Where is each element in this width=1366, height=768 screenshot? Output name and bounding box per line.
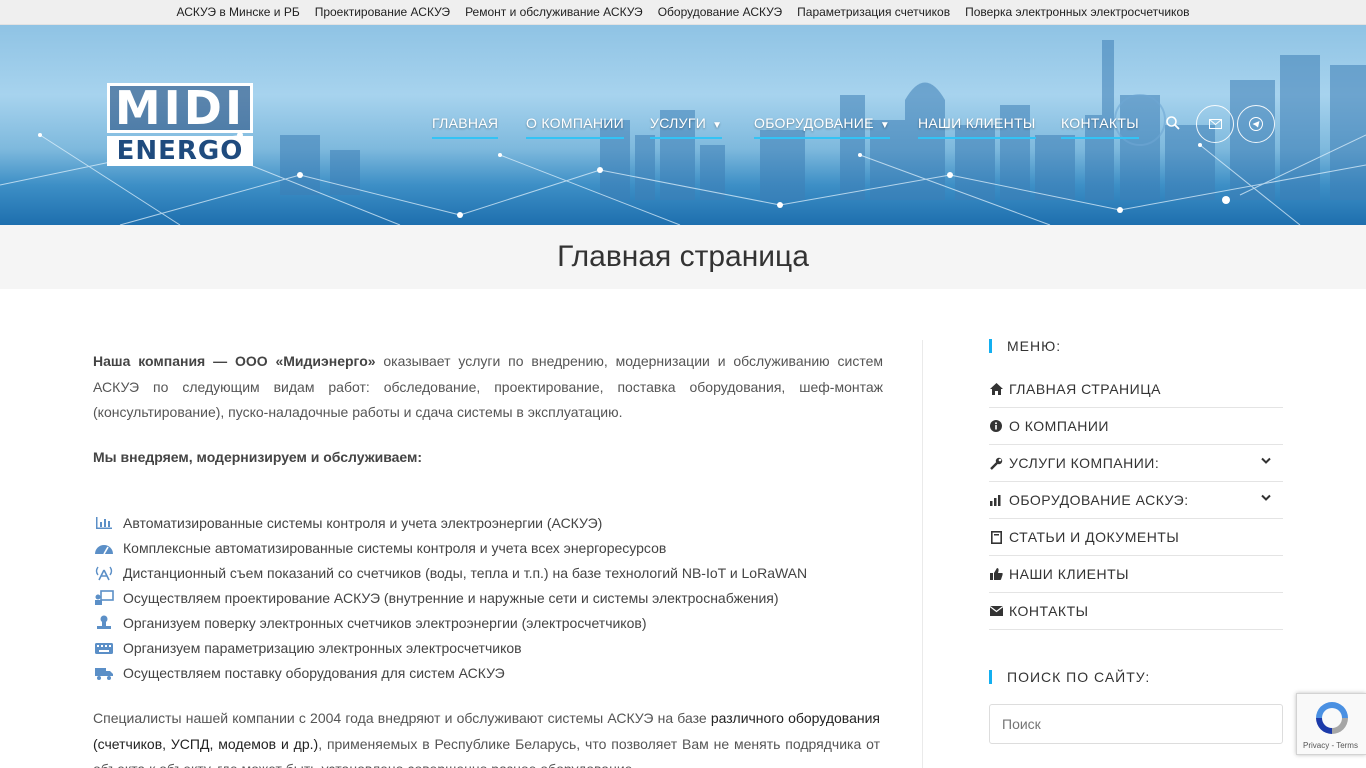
site-header: MIDI ENERGO ГЛАВНАЯ О КОМПАНИИ УСЛУГИ ▼ О… xyxy=(0,25,1366,225)
services-subheading: Мы внедряем, модернизируем и обслуживаем… xyxy=(93,448,423,465)
specialists-paragraph: Специалисты нашей компании с 2004 года в… xyxy=(93,710,880,768)
service-text: Автоматизированные системы контроля и уч… xyxy=(123,514,603,531)
book-icon xyxy=(989,530,1003,544)
gauge-icon xyxy=(93,539,115,557)
envelope-icon xyxy=(989,604,1003,618)
home-icon xyxy=(989,382,1003,396)
nav-underline xyxy=(918,137,1036,139)
mail-icon[interactable] xyxy=(1196,105,1234,143)
sidebar-item-equipment[interactable]: ОБОРУДОВАНИЕ АСКУЭ: xyxy=(989,482,1283,519)
toplink-verification[interactable]: Поверка электронных электросчетчиков xyxy=(965,5,1189,19)
nav-clients-label: НАШИ КЛИЕНТЫ xyxy=(918,115,1036,131)
sidebar-item-articles[interactable]: СТАТЬИ И ДОКУМЕНТЫ xyxy=(989,519,1283,556)
nav-underline xyxy=(1061,137,1139,139)
sidebar-item-services[interactable]: УСЛУГИ КОМПАНИИ: xyxy=(989,445,1283,482)
chevron-down-icon[interactable] xyxy=(1261,457,1271,465)
sidebar-menu: ГЛАВНАЯ СТРАНИЦА О КОМПАНИИ УСЛУГИ КОМПА… xyxy=(989,371,1283,630)
service-text: Дистанционный съем показаний со счетчико… xyxy=(123,564,808,581)
intro-paragraph: Наша компания — ООО «Мидиэнерго» оказыва… xyxy=(93,349,883,426)
service-text: Комплексные автоматизированные системы к… xyxy=(123,539,667,556)
list-item: Осуществляем поставку оборудования для с… xyxy=(93,660,883,685)
service-text: Осуществляем поставку оборудования для с… xyxy=(123,664,505,681)
telegram-icon[interactable] xyxy=(1237,105,1275,143)
page-title: Главная страница xyxy=(557,240,809,273)
sidebar-item-label: СТАТЬИ И ДОКУМЕНТЫ xyxy=(1009,529,1180,545)
toplink-equipment[interactable]: Оборудование АСКУЭ xyxy=(658,5,782,19)
sidebar-item-label: ОБОРУДОВАНИЕ АСКУЭ: xyxy=(1009,492,1189,508)
antenna-icon xyxy=(93,564,115,582)
toplink-design[interactable]: Проектирование АСКУЭ xyxy=(315,5,450,19)
truck-icon xyxy=(93,664,115,682)
company-name: Наша компания — ООО «Мидиэнерго» xyxy=(93,353,376,369)
chevron-down-icon: ▼ xyxy=(712,120,723,131)
nav-services-label: УСЛУГИ xyxy=(650,115,707,131)
list-item: Организуем параметризацию электронных эл… xyxy=(93,635,883,660)
logo-energo-text: ENERGO xyxy=(107,136,253,166)
service-text: Организуем поверку электронных счетчиков… xyxy=(123,614,647,631)
sidebar-item-label: УСЛУГИ КОМПАНИИ: xyxy=(1009,455,1160,471)
keyboard-icon xyxy=(93,639,115,657)
sidebar-item-home[interactable]: ГЛАВНАЯ СТРАНИЦА xyxy=(989,371,1283,408)
sidebar-item-about[interactable]: О КОМПАНИИ xyxy=(989,408,1283,445)
top-links-bar: АСКУЭ в Минске и РБ Проектирование АСКУЭ… xyxy=(0,0,1366,25)
stamp-icon xyxy=(93,614,115,632)
page-title-band: Главная страница xyxy=(0,225,1366,289)
recaptcha-links[interactable]: Privacy - Terms xyxy=(1303,741,1358,750)
main-content: Наша компания — ООО «Мидиэнерго» оказыва… xyxy=(93,340,883,470)
list-item: Комплексные автоматизированные системы к… xyxy=(93,535,883,560)
nav-services[interactable]: УСЛУГИ ▼ xyxy=(650,115,723,139)
sidebar-item-label: ГЛАВНАЯ СТРАНИЦА xyxy=(1009,381,1161,397)
nav-clients[interactable]: НАШИ КЛИЕНТЫ xyxy=(918,115,1036,139)
nav-contacts-label: КОНТАКТЫ xyxy=(1061,115,1139,131)
wrench-icon xyxy=(989,456,1003,470)
recaptcha-badge[interactable]: Privacy - Terms xyxy=(1296,693,1366,755)
nav-home-label: ГЛАВНАЯ xyxy=(432,115,499,131)
nav-underline xyxy=(526,137,624,139)
nav-equipment[interactable]: ОБОРУДОВАНИЕ ▼ xyxy=(754,115,891,139)
info-icon xyxy=(989,419,1003,433)
chevron-down-icon: ▼ xyxy=(879,120,891,131)
nav-about-label: О КОМПАНИИ xyxy=(526,115,624,131)
recaptcha-icon xyxy=(1316,702,1348,734)
sidebar-item-label: О КОМПАНИИ xyxy=(1009,418,1109,434)
toplink-parametrization[interactable]: Параметризация счетчиков xyxy=(797,5,950,19)
toplink-repair[interactable]: Ремонт и обслуживание АСКУЭ xyxy=(465,5,643,19)
search-icon[interactable] xyxy=(1165,115,1181,131)
bar-chart-icon xyxy=(989,493,1003,507)
site-search-input[interactable] xyxy=(989,704,1283,744)
nav-equipment-label: ОБОРУДОВАНИЕ xyxy=(754,115,874,131)
sidebar-menu-heading: МЕНЮ: xyxy=(989,339,1061,353)
service-text: Осуществляем проектирование АСКУЭ (внутр… xyxy=(123,589,779,606)
service-text: Организуем параметризацию электронных эл… xyxy=(123,639,522,656)
services-list: Автоматизированные системы контроля и уч… xyxy=(93,510,883,685)
thumbs-up-icon xyxy=(989,567,1003,581)
sidebar-item-label: КОНТАКТЫ xyxy=(1009,603,1089,619)
toplink-askue-minsk[interactable]: АСКУЭ в Минске и РБ xyxy=(177,5,300,19)
sidebar-search-heading: ПОИСК ПО САЙТУ: xyxy=(989,670,1150,684)
nav-underline xyxy=(650,137,723,139)
content-divider xyxy=(922,340,923,768)
sidebar-item-contacts[interactable]: КОНТАКТЫ xyxy=(989,593,1283,630)
logo-midi-text: MIDI xyxy=(107,83,253,133)
nav-about[interactable]: О КОМПАНИИ xyxy=(526,115,624,139)
sidebar-item-clients[interactable]: НАШИ КЛИЕНТЫ xyxy=(989,556,1283,593)
list-item: Дистанционный съем показаний со счетчико… xyxy=(93,560,883,585)
nav-contacts[interactable]: КОНТАКТЫ xyxy=(1061,115,1139,139)
list-item: Организуем поверку электронных счетчиков… xyxy=(93,610,883,635)
midi-energo-logo[interactable]: MIDI ENERGO xyxy=(107,83,253,167)
nav-underline xyxy=(432,137,499,139)
chart-bars-icon xyxy=(93,514,115,532)
nav-underline xyxy=(754,137,891,139)
list-item: Автоматизированные системы контроля и уч… xyxy=(93,510,883,535)
nav-home[interactable]: ГЛАВНАЯ xyxy=(432,115,499,139)
list-item: Осуществляем проектирование АСКУЭ (внутр… xyxy=(93,585,883,610)
presentation-icon xyxy=(93,589,115,607)
chevron-down-icon[interactable] xyxy=(1261,494,1271,502)
sidebar-item-label: НАШИ КЛИЕНТЫ xyxy=(1009,566,1130,582)
